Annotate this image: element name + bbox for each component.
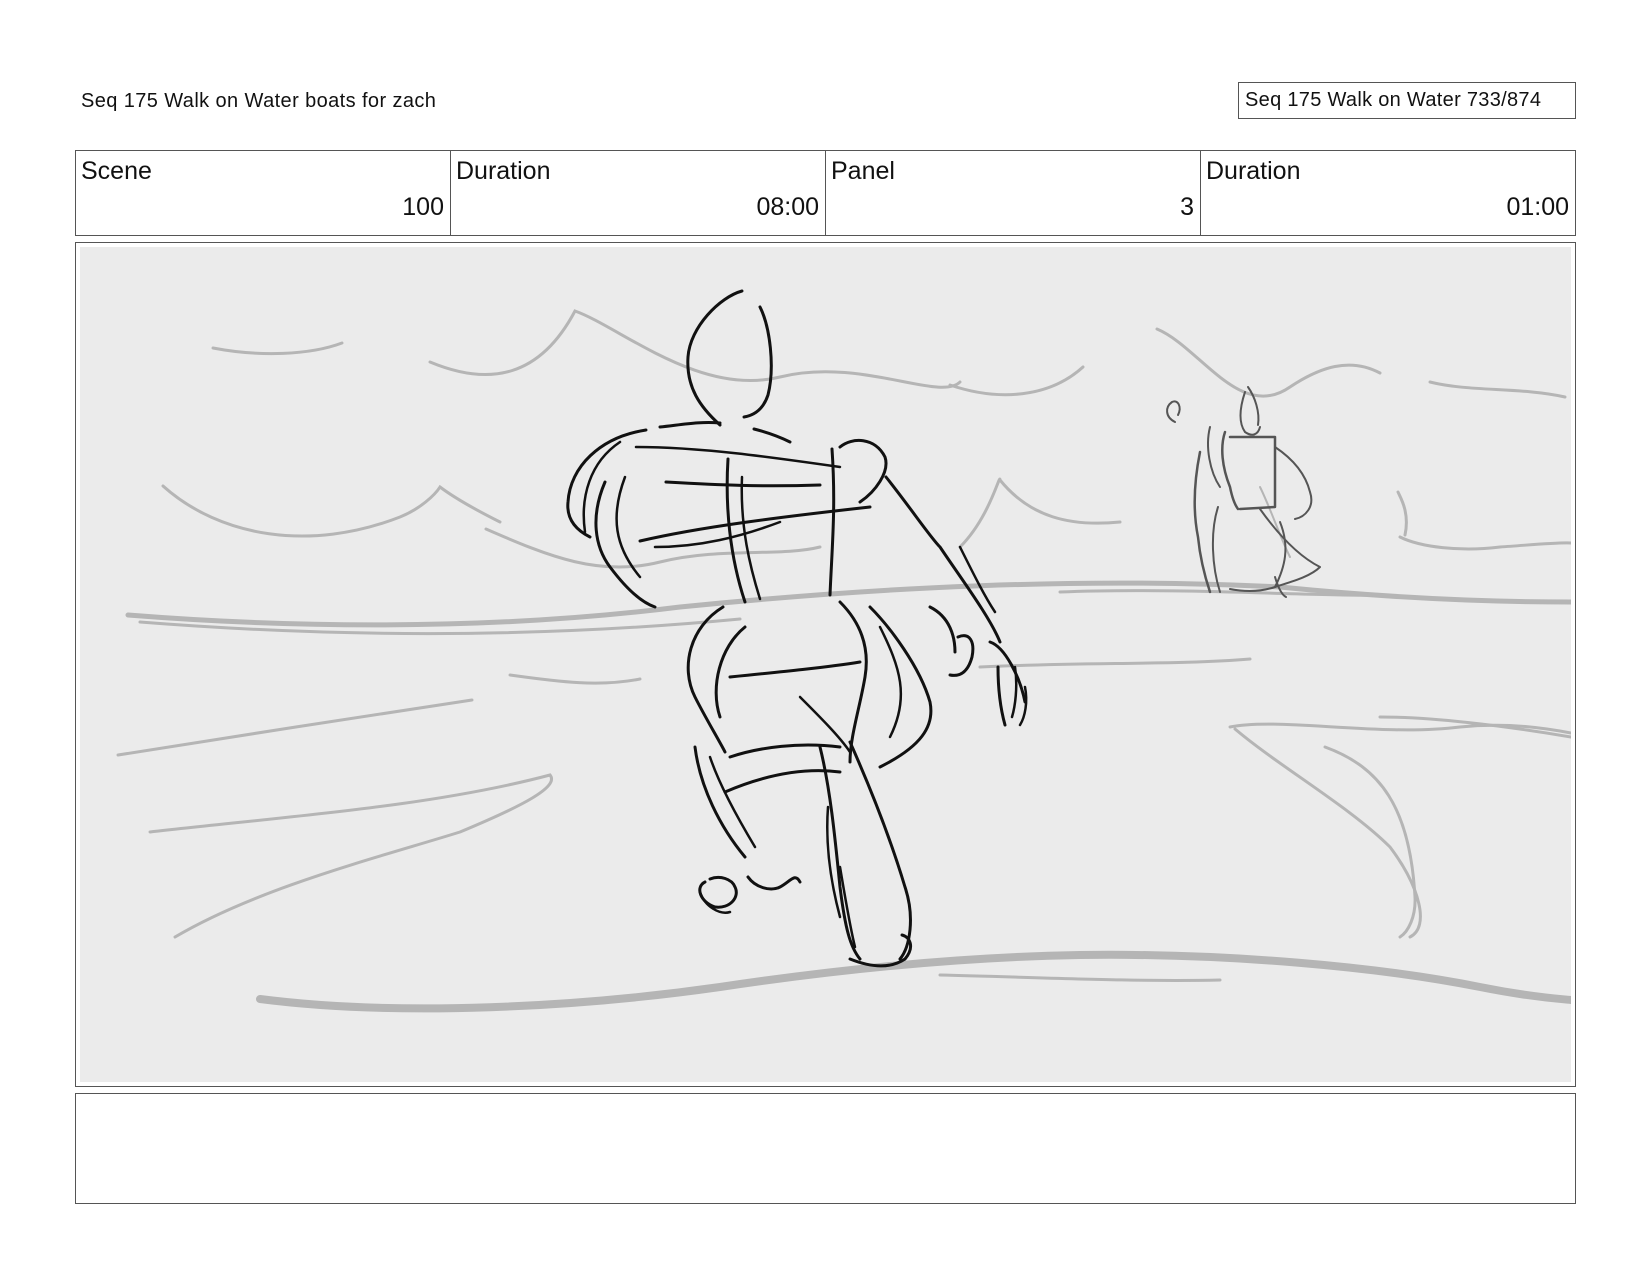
storyboard-sketch [80, 247, 1571, 1082]
notes-box [75, 1093, 1576, 1204]
scene-duration-value: 08:00 [756, 193, 819, 221]
scene-value: 100 [402, 193, 444, 221]
panel-cell: Panel 3 [826, 151, 1201, 235]
scene-label: Scene [81, 157, 152, 185]
scene-duration-label: Duration [456, 157, 551, 185]
panel-value: 3 [1180, 193, 1194, 221]
panel-duration-label: Duration [1206, 157, 1301, 185]
panel-label: Panel [831, 157, 895, 185]
scene-duration-cell: Duration 08:00 [451, 151, 826, 235]
sketch-drawing [116, 289, 1571, 1013]
page-counter: Seq 175 Walk on Water 733/874 [1238, 82, 1576, 119]
storyboard-panel [75, 242, 1576, 1087]
water-waves [116, 309, 1571, 1013]
panel-duration-value: 01:00 [1506, 193, 1569, 221]
scene-cell: Scene 100 [76, 151, 451, 235]
scene-info-row: Scene 100 Duration 08:00 Panel 3 Duratio… [75, 150, 1576, 236]
panel-duration-cell: Duration 01:00 [1201, 151, 1575, 235]
background-figure [1166, 386, 1321, 598]
sequence-title: Seq 175 Walk on Water boats for zach [81, 90, 437, 112]
